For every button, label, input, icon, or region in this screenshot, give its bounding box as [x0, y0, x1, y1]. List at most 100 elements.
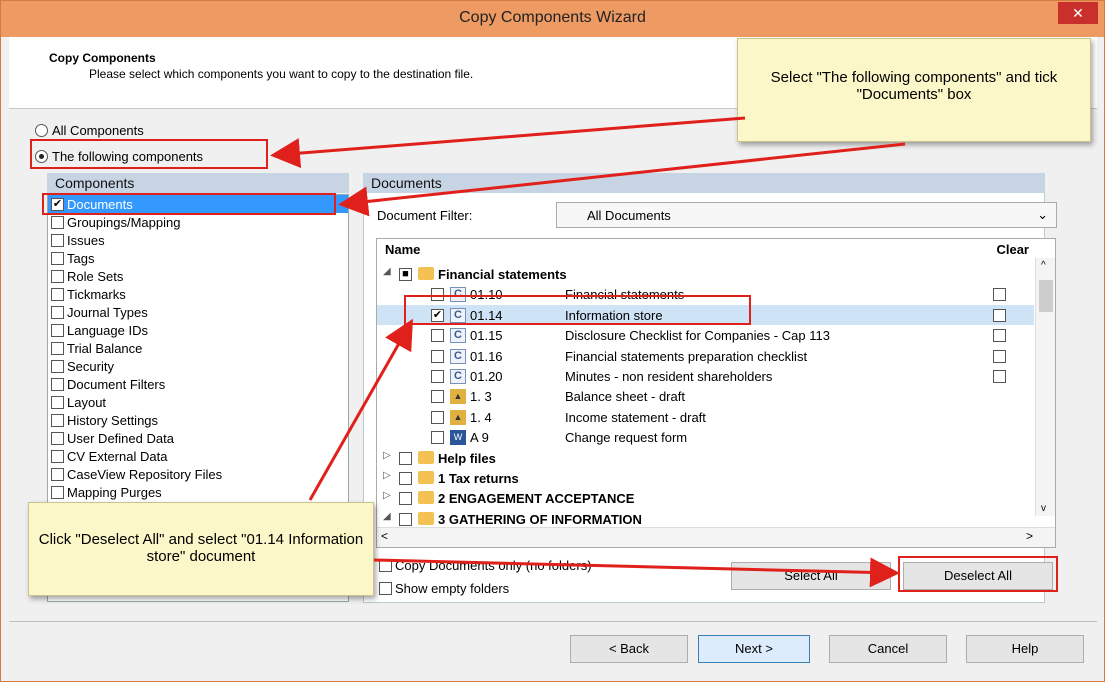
- folder-row[interactable]: ▷ Help files: [377, 448, 1034, 468]
- expand-toggle-icon[interactable]: ▷: [383, 490, 391, 501]
- folder-row[interactable]: ◢ 3 GATHERING OF INFORMATION: [377, 509, 1034, 529]
- component-item[interactable]: CaseView Repository Files: [48, 465, 348, 483]
- document-checkbox[interactable]: [399, 512, 412, 526]
- title-bar: Copy Components Wizard ✕: [1, 1, 1104, 37]
- expand-toggle-icon[interactable]: ◢: [383, 511, 391, 522]
- name-column-header[interactable]: Name: [385, 242, 420, 257]
- component-label: Document Filters: [67, 376, 166, 392]
- document-checkbox[interactable]: [431, 410, 444, 424]
- component-label: Journal Types: [67, 304, 148, 320]
- all-components-radio[interactable]: [35, 124, 48, 137]
- copy-only-option[interactable]: Copy Documents only (no folders): [379, 558, 592, 573]
- component-item[interactable]: Role Sets: [48, 267, 348, 285]
- component-label: Issues: [67, 232, 105, 248]
- component-checkbox[interactable]: [51, 377, 64, 391]
- folder-icon: [418, 471, 434, 484]
- select-all-button[interactable]: Select All: [731, 562, 891, 590]
- component-item[interactable]: Security: [48, 357, 348, 375]
- document-name: Disclosure Checklist for Companies - Cap…: [565, 328, 830, 344]
- component-item[interactable]: Tickmarks: [48, 285, 348, 303]
- document-row[interactable]: ▲ 1. 3 Balance sheet - draft: [377, 386, 1034, 406]
- component-checkbox[interactable]: [51, 287, 64, 301]
- component-checkbox[interactable]: [51, 467, 64, 481]
- horizontal-scrollbar[interactable]: < >: [377, 527, 1055, 547]
- back-button[interactable]: < Back: [570, 635, 688, 663]
- component-item[interactable]: Issues: [48, 231, 348, 249]
- clear-checkbox[interactable]: [993, 308, 1006, 322]
- component-item[interactable]: User Defined Data: [48, 429, 348, 447]
- expand-toggle-icon[interactable]: ▷: [383, 450, 391, 461]
- folder-row[interactable]: ◢ ■ Financial statements: [377, 264, 1034, 284]
- component-checkbox[interactable]: [51, 449, 64, 463]
- document-checkbox[interactable]: ■: [399, 268, 412, 281]
- component-item[interactable]: Mapping Purges: [48, 483, 348, 501]
- component-item[interactable]: Language IDs: [48, 321, 348, 339]
- copy-only-checkbox[interactable]: [379, 559, 392, 572]
- document-checkbox[interactable]: [431, 390, 444, 404]
- next-button[interactable]: Next >: [698, 635, 810, 663]
- component-item[interactable]: CV External Data: [48, 447, 348, 465]
- component-checkbox[interactable]: [51, 269, 64, 283]
- clear-checkbox[interactable]: [993, 329, 1006, 343]
- clear-checkbox[interactable]: [993, 288, 1006, 302]
- clear-column-header[interactable]: Clear: [996, 242, 1029, 257]
- component-checkbox[interactable]: [51, 251, 64, 265]
- clear-checkbox[interactable]: [993, 370, 1006, 383]
- component-label: Language IDs: [67, 322, 148, 338]
- document-filter-select[interactable]: All Documents ⌄: [556, 202, 1057, 228]
- component-checkbox[interactable]: [51, 431, 64, 445]
- clear-checkbox[interactable]: [993, 349, 1006, 363]
- folder-icon: [418, 450, 434, 464]
- document-checkbox[interactable]: [399, 492, 412, 506]
- component-checkbox[interactable]: [51, 485, 64, 499]
- help-button[interactable]: Help: [966, 635, 1084, 663]
- component-checkbox[interactable]: [51, 215, 64, 229]
- component-checkbox[interactable]: [51, 395, 64, 409]
- components-heading: Components: [47, 173, 349, 193]
- document-name: Change request form: [565, 430, 688, 446]
- component-item[interactable]: Layout: [48, 393, 348, 411]
- cancel-button[interactable]: Cancel: [829, 635, 947, 663]
- document-row[interactable]: WA 9 Change request form: [377, 427, 1034, 447]
- document-checkbox[interactable]: [399, 451, 412, 465]
- component-item[interactable]: Journal Types: [48, 303, 348, 321]
- folder-row[interactable]: ▷ 1 Tax returns: [377, 468, 1034, 488]
- document-checkbox[interactable]: [431, 349, 444, 363]
- component-checkbox[interactable]: [51, 323, 64, 337]
- component-checkbox[interactable]: [51, 413, 64, 427]
- document-row[interactable]: C 01.16 Financial statements preparation c…: [377, 346, 1034, 366]
- show-empty-option[interactable]: Show empty folders: [379, 581, 509, 596]
- component-checkbox[interactable]: [51, 305, 64, 319]
- document-checkbox[interactable]: [431, 329, 444, 343]
- expand-toggle-icon[interactable]: ▷: [383, 470, 391, 481]
- vertical-scrollbar[interactable]: ^ v: [1035, 258, 1055, 516]
- component-item[interactable]: History Settings: [48, 411, 348, 429]
- show-empty-label: Show empty folders: [395, 581, 510, 596]
- document-row[interactable]: C 01.20 Minutes - non resident shareholder…: [377, 366, 1034, 386]
- show-empty-checkbox[interactable]: [379, 582, 392, 595]
- document-row[interactable]: C 01.15 Disclosure Checklist for Companies…: [377, 325, 1034, 345]
- close-button[interactable]: ✕: [1058, 2, 1098, 24]
- scroll-down-icon[interactable]: v: [1041, 503, 1046, 514]
- component-item[interactable]: Document Filters: [48, 375, 348, 393]
- document-checkbox[interactable]: [399, 472, 412, 485]
- document-row[interactable]: ▲ 1. 4 Income statement - draft: [377, 407, 1034, 427]
- component-checkbox[interactable]: [51, 233, 64, 247]
- component-checkbox[interactable]: [51, 341, 64, 355]
- scroll-up-icon[interactable]: ^: [1041, 260, 1046, 271]
- chevron-down-icon: ⌄: [1037, 207, 1048, 222]
- scroll-right-icon[interactable]: >: [1026, 529, 1033, 543]
- scroll-left-icon[interactable]: <: [381, 529, 388, 543]
- component-item[interactable]: Trial Balance: [48, 339, 348, 357]
- component-item[interactable]: Tags: [48, 249, 348, 267]
- documents-tree[interactable]: Name Clear ^ v < > ◢ ■ Financial statement…: [376, 238, 1056, 548]
- document-checkbox[interactable]: [431, 370, 444, 383]
- all-components-radio-row[interactable]: All Components: [35, 123, 144, 138]
- scroll-thumb[interactable]: [1039, 280, 1053, 312]
- component-checkbox[interactable]: [51, 359, 64, 373]
- component-item[interactable]: Groupings/Mapping: [48, 213, 348, 231]
- folder-row[interactable]: ▷ 2 ENGAGEMENT ACCEPTANCE: [377, 488, 1034, 508]
- document-checkbox[interactable]: [431, 431, 444, 445]
- document-filter-value: All Documents: [587, 208, 671, 223]
- expand-toggle-icon[interactable]: ◢: [383, 266, 391, 277]
